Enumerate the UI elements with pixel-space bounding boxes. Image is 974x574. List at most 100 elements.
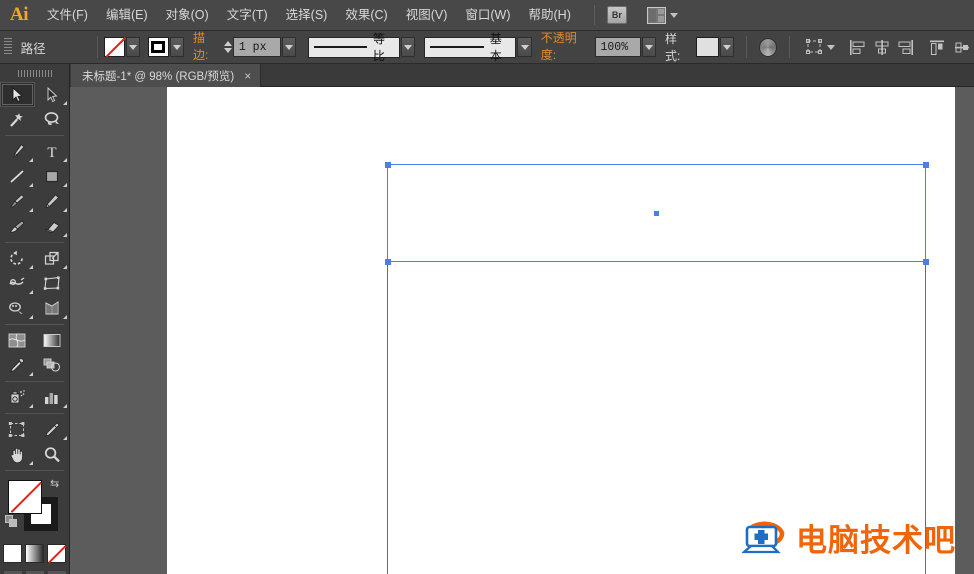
menu-select[interactable]: 选择(S) — [277, 0, 337, 31]
blob-brush-tool[interactable] — [0, 214, 35, 239]
blend-tool[interactable] — [35, 353, 70, 378]
width-tool[interactable] — [0, 271, 35, 296]
brush-definition-select[interactable]: 基本 — [424, 32, 517, 63]
mesh-tool[interactable] — [0, 328, 35, 353]
hand-tool[interactable] — [0, 442, 35, 467]
eyedropper-tool[interactable] — [0, 353, 35, 378]
chevron-down-icon — [520, 44, 529, 50]
canvas-page[interactable] — [167, 87, 955, 574]
menu-help[interactable]: 帮助(H) — [520, 0, 580, 31]
line-segment-tool[interactable] — [0, 164, 35, 189]
stroke-profile-value: 等比 — [372, 32, 385, 63]
graphic-style-swatch[interactable] — [695, 37, 719, 57]
tool-flyout-indicator — [63, 315, 67, 319]
rotate-tool[interactable] — [0, 246, 35, 271]
magic-wand-tool[interactable] — [0, 107, 35, 132]
draw-inside-button[interactable] — [46, 570, 67, 574]
gradient-tool[interactable] — [35, 328, 70, 353]
opacity-input[interactable]: 100% — [594, 37, 641, 57]
zoom-tool[interactable] — [35, 442, 70, 467]
none-mode-button[interactable] — [47, 544, 66, 563]
rectangle-tool[interactable] — [35, 164, 70, 189]
stroke-color-swatch[interactable] — [147, 37, 169, 57]
draw-normal-button[interactable] — [2, 570, 23, 574]
anchor-point-top-left[interactable] — [384, 161, 391, 168]
type-tool[interactable]: T — [35, 139, 70, 164]
watermark-text: 电脑技术吧 — [796, 523, 956, 559]
scale-tool[interactable] — [35, 246, 70, 271]
pencil-tool[interactable] — [35, 189, 70, 214]
opacity-dropdown[interactable] — [641, 37, 656, 57]
stroke-weight-label[interactable]: 描边: — [192, 29, 219, 65]
anchor-point-bottom-right[interactable] — [922, 258, 929, 265]
menu-bar: Ai 文件(F) 编辑(E) 对象(O) 文字(T) 选择(S) 效果(C) 视… — [0, 0, 974, 31]
fill-color-swatch[interactable] — [103, 37, 125, 57]
column-graph-tool[interactable] — [35, 385, 70, 410]
color-mode-button[interactable] — [3, 544, 22, 563]
eraser-tool[interactable] — [35, 214, 70, 239]
symbol-sprayer-tool[interactable] — [0, 385, 35, 410]
tool-group-color — [0, 328, 69, 378]
opacity-label[interactable]: 不透明度: — [540, 29, 590, 65]
perspective-grid-tool[interactable] — [35, 296, 70, 321]
pen-tool[interactable] — [0, 139, 35, 164]
menu-edit[interactable]: 编辑(E) — [97, 0, 157, 31]
menu-view[interactable]: 视图(V) — [397, 0, 457, 31]
shape-builder-tool[interactable] — [0, 296, 35, 321]
fill-swatch-dropdown[interactable] — [125, 37, 141, 57]
bridge-button[interactable]: Br — [606, 6, 627, 24]
close-icon[interactable]: × — [244, 69, 251, 83]
stroke-weight-stepper[interactable] — [223, 41, 232, 53]
stroke-swatch-dropdown[interactable] — [169, 37, 184, 57]
menu-type[interactable]: 文字(T) — [218, 0, 277, 31]
selected-path-rectangle[interactable] — [384, 161, 929, 265]
tool-divider — [5, 470, 64, 471]
control-bar-grip[interactable] — [4, 38, 12, 56]
brush-definition-dropdown[interactable] — [517, 37, 532, 57]
graphic-style-dropdown[interactable] — [719, 37, 735, 57]
align-top-icon[interactable] — [925, 36, 948, 58]
recolor-artwork-icon[interactable] — [759, 37, 778, 57]
stroke-weight-input[interactable]: 1 px — [232, 37, 281, 57]
menu-file[interactable]: 文件(F) — [38, 0, 97, 31]
stroke-weight-dropdown[interactable] — [281, 37, 297, 57]
gradient-mode-button[interactable] — [25, 544, 44, 563]
menu-window[interactable]: 窗口(W) — [456, 0, 519, 31]
anchor-point-bottom-left[interactable] — [384, 258, 391, 265]
tool-flyout-indicator — [28, 290, 33, 294]
align-vertical-center-icon[interactable] — [950, 36, 973, 58]
direct-selection-tool[interactable] — [35, 82, 70, 107]
selection-tool[interactable] — [0, 82, 35, 107]
brush-definition-value: 基本 — [489, 32, 502, 63]
canvas-area[interactable]: 电脑技术吧 — [70, 87, 974, 574]
arrange-documents-button[interactable] — [646, 6, 678, 24]
chevron-down-icon[interactable] — [826, 44, 835, 50]
transform-panel-icon[interactable] — [803, 36, 826, 58]
tool-flyout-indicator — [63, 183, 67, 187]
align-horizontal-center-icon[interactable] — [870, 36, 893, 58]
paintbrush-tool[interactable] — [0, 189, 35, 214]
lasso-tool[interactable] — [35, 107, 70, 132]
anchor-point-top-right[interactable] — [922, 161, 929, 168]
draw-behind-button[interactable] — [24, 570, 45, 574]
document-tab[interactable]: 未标题-1* @ 98% (RGB/预览) × — [71, 64, 262, 87]
artboard-tool[interactable] — [0, 417, 35, 442]
tool-flyout-indicator — [63, 101, 67, 105]
menu-object[interactable]: 对象(O) — [157, 0, 218, 31]
tool-flyout-indicator — [63, 233, 67, 237]
tools-panel-grip[interactable] — [17, 70, 52, 77]
tool-group-symbols — [0, 385, 69, 410]
align-right-icon[interactable] — [895, 36, 918, 58]
align-left-icon[interactable] — [845, 36, 868, 58]
stroke-profile-dropdown[interactable] — [400, 37, 415, 57]
slice-tool[interactable] — [35, 417, 70, 442]
menu-effect[interactable]: 效果(C) — [336, 0, 396, 31]
document-tab-bar: 未标题-1* @ 98% (RGB/预览) × — [0, 64, 974, 87]
free-transform-tool[interactable] — [35, 271, 70, 296]
tool-flyout-indicator — [28, 158, 33, 162]
default-fill-stroke-icon[interactable] — [5, 515, 18, 528]
tool-flyout-indicator — [63, 158, 67, 162]
stroke-profile-select[interactable]: 等比 — [307, 32, 400, 63]
swap-fill-stroke-icon[interactable]: ⇆ — [50, 478, 62, 490]
fill-color-swatch-large[interactable] — [8, 480, 42, 514]
